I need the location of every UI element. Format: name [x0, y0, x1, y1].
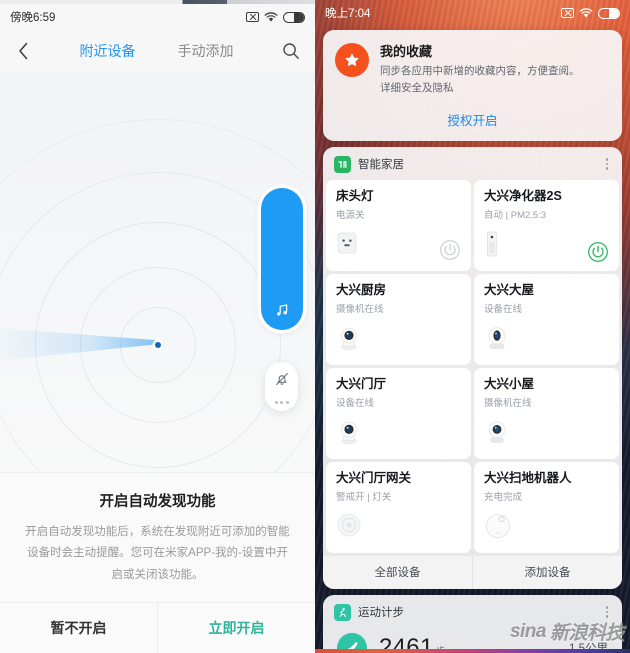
- device-status: 摄像机在线: [484, 397, 532, 409]
- add-device-button[interactable]: 添加设备: [473, 556, 622, 589]
- smart-home-card: 智能家居 床头灯 电源关 大兴净化器2S 自动 | PM2.5:3 大兴厨房 摄…: [323, 146, 622, 589]
- device-controls: [484, 512, 609, 545]
- device-card[interactable]: 大兴大屋 设备在线: [474, 273, 619, 365]
- dialog-confirm-button[interactable]: 立即开启: [158, 603, 315, 653]
- camera-icon: [484, 324, 510, 357]
- favourites-desc-2: 详细安全及隐私: [380, 82, 454, 95]
- search-icon[interactable]: [279, 39, 303, 63]
- authorize-enable-button[interactable]: 授权开启: [323, 98, 622, 141]
- favourites-desc-1: 同步各应用中新增的收藏内容，方便查阅。: [380, 65, 580, 77]
- device-card[interactable]: 大兴扫地机器人 充电完成: [474, 461, 619, 553]
- radar-scan-area: [0, 72, 315, 532]
- favourites-content: 我的收藏 同步各应用中新增的收藏内容，方便查阅。 详细安全及隐私: [323, 30, 622, 98]
- dialog-cancel-button[interactable]: 暂不开启: [0, 603, 157, 653]
- right-status-icons: [561, 7, 620, 19]
- favourites-title: 我的收藏: [380, 44, 433, 59]
- star-icon: [335, 43, 369, 77]
- dual-screenshot-stage: 傍晚6:59 附近设备 手动添加 开启自动发现功能 开启自动发现功能后，系统在发…: [0, 0, 630, 653]
- dialog-buttons: 暂不开启 立即开启: [0, 602, 315, 653]
- camera-icon: [336, 324, 362, 357]
- chevron-left-icon[interactable]: [12, 40, 34, 62]
- device-name: 床头灯: [336, 188, 374, 203]
- more-dots-icon[interactable]: [274, 399, 289, 405]
- smart-home-title: 智能家居: [358, 159, 404, 172]
- right-phone-screen: 晚上7:04 我的收藏 同步各应用中新增的收藏内容，方便查阅。 详细安全及隐私: [315, 0, 630, 653]
- radar-ring: [0, 119, 315, 532]
- device-controls: [336, 418, 461, 451]
- device-controls: [484, 418, 609, 451]
- smart-plug-icon: [336, 230, 358, 261]
- device-controls: [336, 230, 461, 261]
- device-controls: [336, 512, 461, 543]
- device-controls: [484, 324, 609, 357]
- robot-vacuum-icon: [484, 512, 512, 545]
- tab-nearby-devices[interactable]: 附近设备: [80, 41, 136, 61]
- dialog-body: 开启自动发现功能后，系统在发现附近可添加的智能设备时会主动提醒。您可在米家APP…: [25, 526, 290, 581]
- device-name: 大兴门厅网关: [336, 470, 412, 485]
- device-name: 大兴厨房: [336, 282, 387, 297]
- no-sim-icon: [246, 12, 259, 22]
- watermark-latin: sina: [509, 620, 547, 642]
- battery-icon: [283, 11, 305, 23]
- running-person-icon: [334, 603, 351, 621]
- bottom-color-edge: [315, 649, 630, 653]
- bell-off-icon[interactable]: [272, 369, 292, 389]
- left-nav-bar: 附近设备 手动添加: [0, 30, 315, 72]
- smart-home-footer: 全部设备 添加设备: [323, 555, 622, 589]
- device-controls: [484, 230, 609, 263]
- favourites-card: 我的收藏 同步各应用中新增的收藏内容，方便查阅。 详细安全及隐私 授权开启: [323, 30, 622, 141]
- volume-slider[interactable]: [261, 188, 303, 330]
- device-card[interactable]: 大兴净化器2S 自动 | PM2.5:3: [474, 179, 619, 271]
- device-card[interactable]: 大兴门厅网关 警戒开 | 灯关: [326, 461, 471, 553]
- device-name: 大兴小屋: [484, 376, 535, 391]
- device-card[interactable]: 大兴门厅 设备在线: [326, 367, 471, 459]
- device-name: 大兴净化器2S: [484, 188, 562, 203]
- left-phone-screen: 傍晚6:59 附近设备 手动添加 开启自动发现功能 开启自动发现功能后，系统在发…: [0, 0, 315, 653]
- device-status: 摄像机在线: [336, 303, 384, 315]
- device-controls: [336, 324, 461, 357]
- device-status: 充电完成: [484, 491, 523, 503]
- power-toggle-off[interactable]: [439, 239, 461, 261]
- favourites-text: 我的收藏 同步各应用中新增的收藏内容，方便查阅。 详细安全及隐私: [380, 41, 580, 98]
- wifi-icon: [579, 7, 593, 19]
- tab-manual-add[interactable]: 手动添加: [178, 41, 234, 61]
- left-status-icons: [246, 11, 305, 23]
- smart-home-header: 智能家居: [323, 147, 622, 180]
- gateway-icon: [336, 512, 362, 543]
- device-card[interactable]: 床头灯 电源关: [326, 179, 471, 271]
- battery-icon: [598, 7, 620, 19]
- device-card[interactable]: 大兴厨房 摄像机在线: [326, 273, 471, 365]
- device-card[interactable]: 大兴小屋 摄像机在线: [474, 367, 619, 459]
- sina-watermark: sina 新浪科技: [509, 618, 625, 645]
- device-status: 设备在线: [484, 303, 523, 315]
- camera-icon: [484, 418, 510, 451]
- left-tabs: 附近设备 手动添加: [34, 41, 279, 61]
- no-sim-icon: [561, 8, 574, 18]
- device-name: 大兴扫地机器人: [484, 470, 572, 485]
- dialog-title: 开启自动发现功能: [99, 494, 216, 511]
- mi-home-icon: [334, 155, 351, 173]
- more-vertical-icon[interactable]: [603, 156, 612, 172]
- music-note-icon: [276, 304, 287, 316]
- air-purifier-icon: [484, 230, 500, 263]
- device-status: 电源关: [336, 209, 365, 221]
- device-name: 大兴门厅: [336, 376, 387, 391]
- radar-center-dot: [155, 342, 161, 348]
- wifi-icon: [264, 11, 278, 23]
- right-status-time: 晚上7:04: [325, 8, 371, 20]
- power-toggle-on[interactable]: [587, 241, 609, 263]
- device-status: 自动 | PM2.5:3: [484, 209, 547, 221]
- auto-discovery-dialog: 开启自动发现功能 开启自动发现功能后，系统在发现附近可添加的智能设备时会主动提醒…: [0, 472, 315, 653]
- watermark-chinese: 新浪科技: [549, 623, 625, 644]
- camera-icon: [336, 418, 362, 451]
- device-status: 警戒开 | 灯关: [336, 491, 392, 503]
- all-devices-button[interactable]: 全部设备: [323, 556, 472, 589]
- left-status-time: 傍晚6:59: [10, 12, 56, 24]
- right-status-bar: 晚上7:04: [315, 0, 630, 26]
- device-status: 设备在线: [336, 397, 375, 409]
- left-status-bar: 傍晚6:59: [0, 4, 315, 30]
- floating-control-stack: [265, 362, 298, 411]
- device-name: 大兴大屋: [484, 282, 535, 297]
- device-grid: 床头灯 电源关 大兴净化器2S 自动 | PM2.5:3 大兴厨房 摄像机在线 …: [323, 179, 622, 556]
